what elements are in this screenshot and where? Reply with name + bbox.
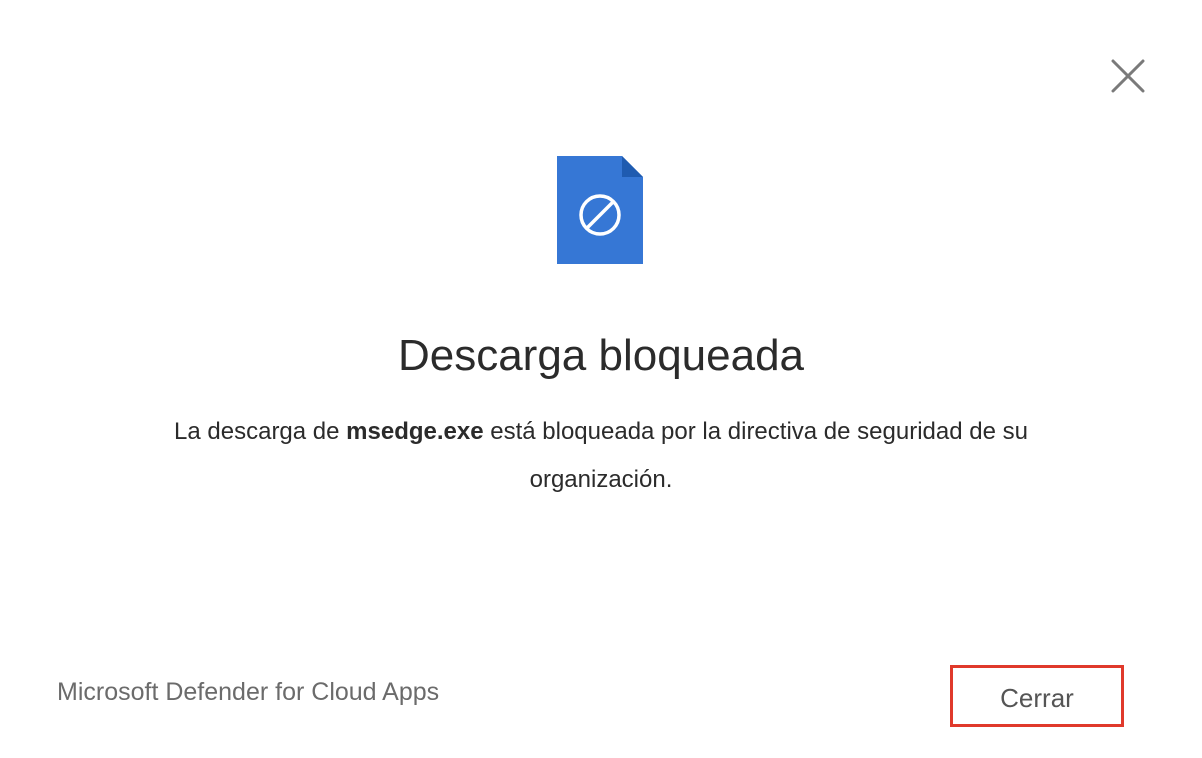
message-text-after: está bloqueada por la directiva de segur…	[483, 418, 1028, 493]
brand-label: Microsoft Defender for Cloud Apps	[57, 678, 440, 706]
close-icon[interactable]	[1108, 56, 1148, 96]
blocked-file-icon	[556, 155, 644, 265]
blocked-filename: msedge.exe	[346, 418, 484, 445]
dialog-message: La descarga de msedge.exe está bloqueada…	[100, 408, 1102, 504]
message-text-before: La descarga de	[174, 418, 347, 445]
dialog-title: Descarga bloqueada	[397, 331, 805, 380]
close-button[interactable]: Cerrar	[950, 665, 1124, 727]
download-blocked-dialog: Descarga bloqueada La descarga de msedge…	[0, 0, 1202, 758]
